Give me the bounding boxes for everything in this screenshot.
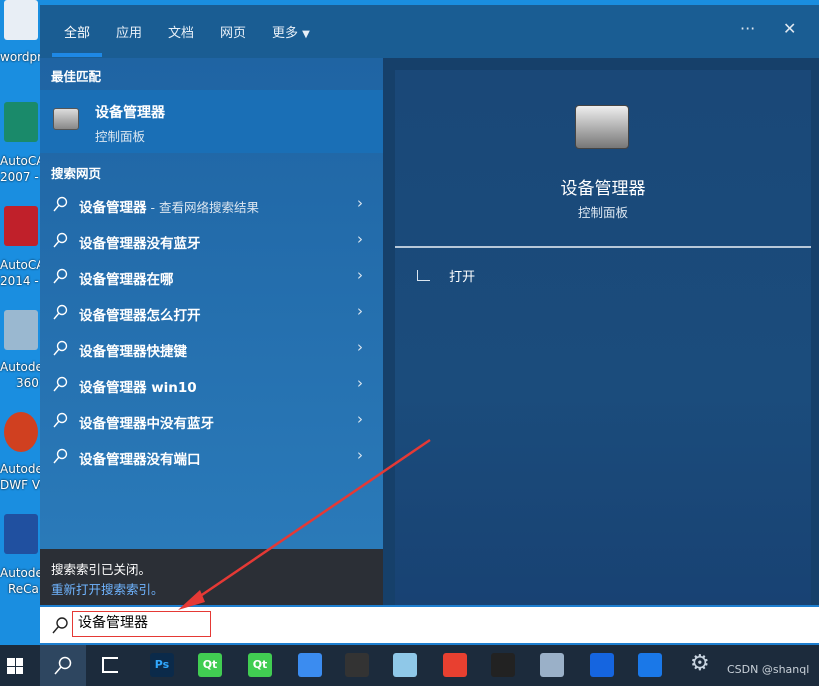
app-label: Qt bbox=[252, 658, 268, 671]
watermark: CSDN @shanql bbox=[727, 663, 810, 676]
security-app-2-icon[interactable] bbox=[638, 653, 662, 677]
app-label: Ps bbox=[154, 658, 170, 671]
qt-creator-icon[interactable]: Qt bbox=[198, 653, 222, 677]
terminal-app-icon[interactable] bbox=[345, 653, 369, 677]
app-label: Qt bbox=[202, 658, 218, 671]
photoshop-icon[interactable]: Ps bbox=[150, 653, 174, 677]
qt-assistant-icon[interactable]: Qt bbox=[248, 653, 272, 677]
start-button[interactable] bbox=[7, 658, 23, 674]
search-button[interactable] bbox=[40, 645, 86, 686]
taskbar: Ps Qt Qt ⚙ CSDN @shanql bbox=[0, 645, 819, 686]
inkscape-icon[interactable] bbox=[491, 653, 515, 677]
settings-gear-icon[interactable]: ⚙ bbox=[690, 651, 710, 676]
search-icon bbox=[54, 656, 72, 675]
monitor-app-icon[interactable] bbox=[540, 653, 564, 677]
security-app-1-icon[interactable] bbox=[590, 653, 614, 677]
chrome-icon[interactable] bbox=[443, 653, 467, 677]
task-view-button[interactable] bbox=[102, 657, 118, 673]
annotation-arrow bbox=[178, 438, 431, 610]
feishu-icon[interactable] bbox=[298, 653, 322, 677]
notepad-app-icon[interactable] bbox=[393, 653, 417, 677]
